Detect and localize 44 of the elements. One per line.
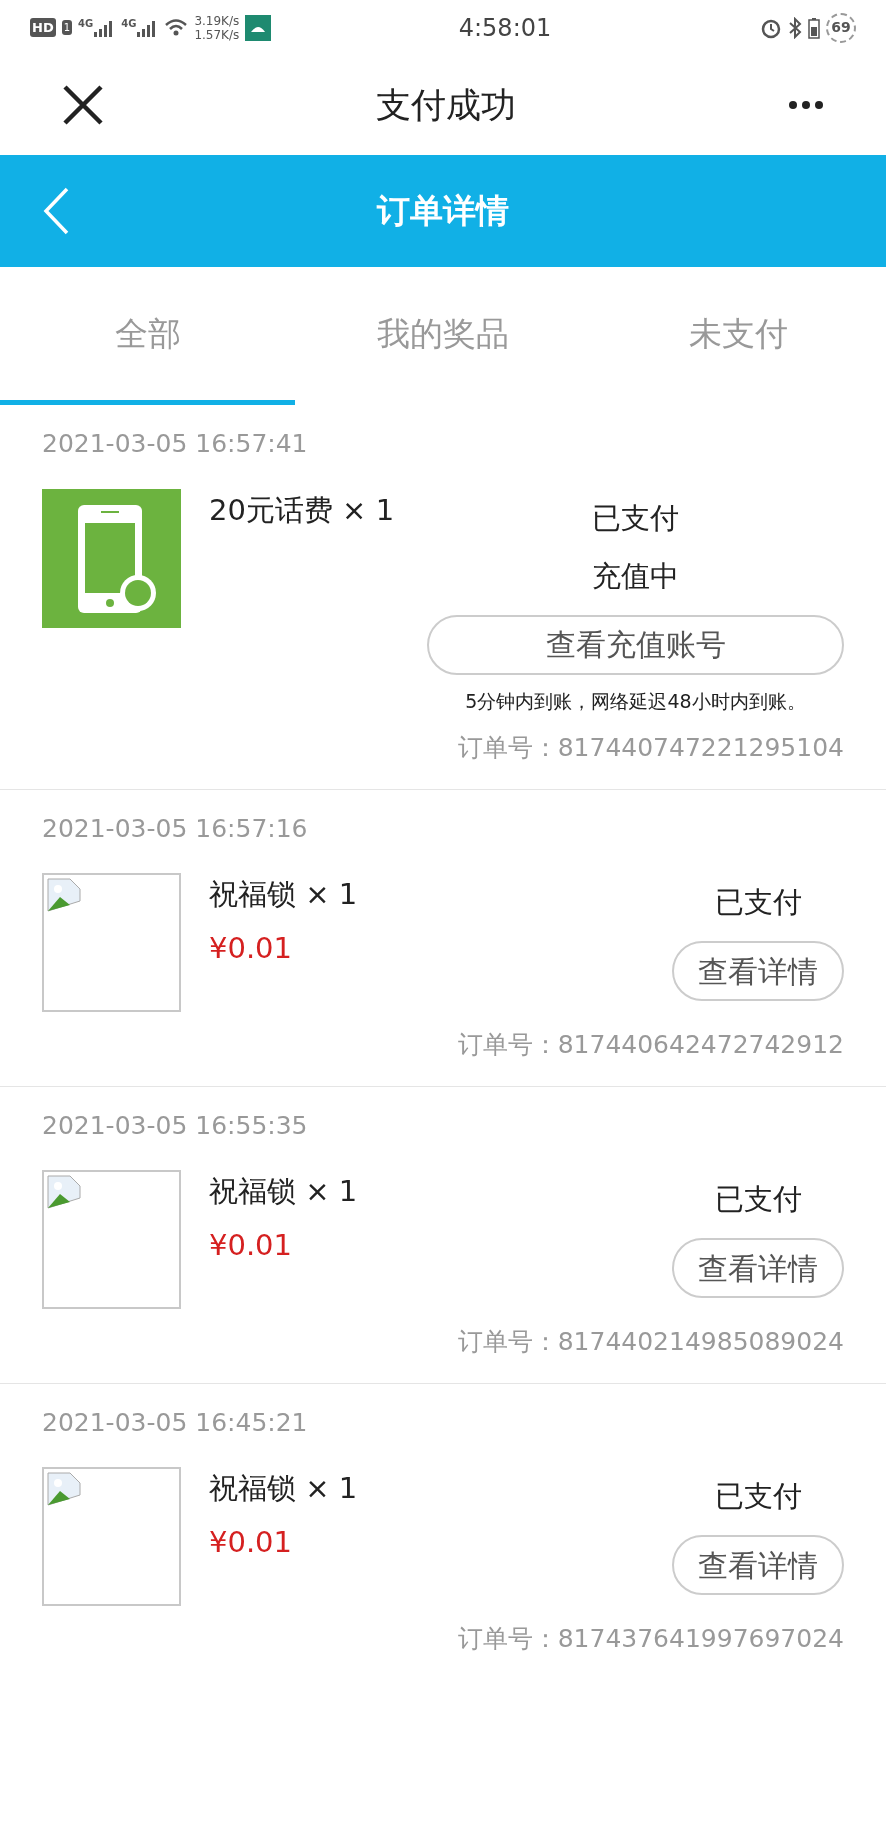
order-status: 已支付 — [714, 884, 802, 921]
page-title: 支付成功 — [376, 83, 516, 127]
order-date: 2021-03-05 16:57:41 — [42, 428, 309, 460]
more-icon[interactable] — [788, 100, 824, 110]
close-icon[interactable] — [62, 84, 104, 126]
view-button[interactable]: 查看详情 — [672, 941, 844, 1001]
order-number: 订单号：817440214985089024 — [457, 1326, 844, 1358]
order-status: 已支付 — [714, 1181, 802, 1218]
order-number: 订单号：817440642472742912 — [457, 1029, 844, 1061]
network-type: 4G — [121, 18, 137, 29]
order-date: 2021-03-05 16:55:35 — [42, 1109, 309, 1142]
view-button[interactable]: 查看充值账号 — [427, 614, 844, 675]
order-status: 已支付 — [592, 499, 679, 537]
arrival-note: 5分钟内到账，网络延迟48小时内到账。 — [465, 688, 806, 714]
download-speed: 1.57K/s — [194, 27, 240, 42]
upload-speed: 3.19K/s — [194, 13, 240, 28]
product-name: 祝福锁 × 1 — [209, 1173, 359, 1210]
product-price: ¥0.01 — [209, 1523, 294, 1561]
product-name: 祝福锁 × 1 — [209, 876, 359, 913]
order-date: 2021-03-05 16:57:16 — [42, 812, 309, 845]
broken-image-icon — [46, 1174, 82, 1210]
sim-badge: 1 — [61, 20, 73, 35]
view-button[interactable]: 查看详情 — [672, 1535, 844, 1595]
product-name: 20元话费 × 1 — [209, 491, 396, 529]
product-price: ¥0.01 — [209, 929, 294, 967]
broken-image-icon — [46, 1471, 82, 1507]
network-type: 4G — [78, 18, 94, 29]
order-number: 订单号：817440747221295104 — [457, 732, 844, 764]
product-price: ¥0.01 — [209, 1226, 294, 1264]
hd-badge: HD — [30, 17, 56, 38]
order-date: 2021-03-05 16:45:21 — [42, 1406, 309, 1439]
order-status: 充值中 — [592, 557, 679, 595]
wifi-icon — [164, 17, 189, 38]
product-name: 祝福锁 × 1 — [209, 1470, 359, 1507]
android-icon — [245, 14, 272, 41]
battery-icon — [808, 16, 820, 39]
order-status: 已支付 — [714, 1478, 802, 1515]
header-title: 订单详情 — [375, 190, 510, 233]
status-time: 4:58:01 — [457, 12, 553, 44]
broken-image-icon — [46, 877, 82, 913]
bluetooth-icon — [788, 16, 802, 39]
order-number: 订单号：817437641997697024 — [457, 1623, 844, 1655]
battery-level: 69 — [826, 12, 856, 43]
view-button[interactable]: 查看详情 — [672, 1238, 844, 1298]
